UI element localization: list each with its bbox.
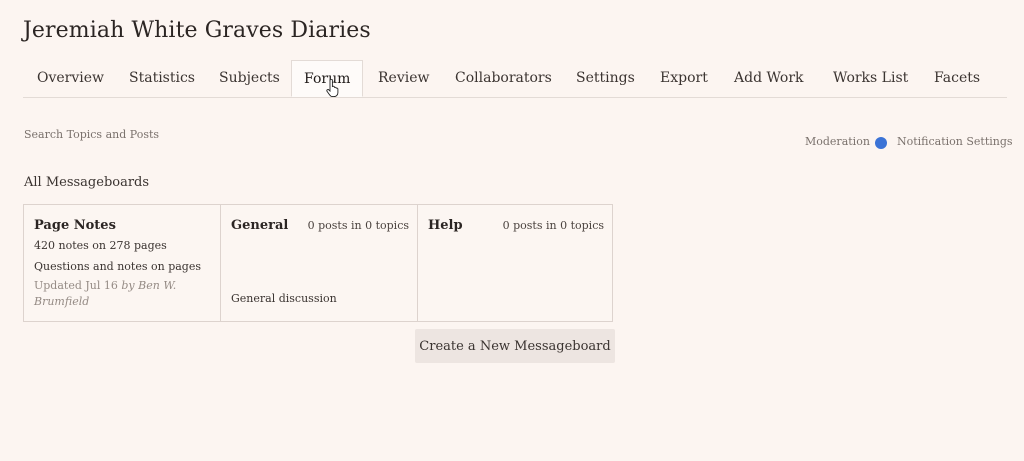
moderation-indicator-icon [875, 137, 887, 149]
board-title[interactable]: Page Notes [34, 218, 116, 233]
board-updated: Updated Jul 16 by Ben W. Brumfield [34, 278, 194, 310]
search-topics-link[interactable]: Search Topics and Posts [24, 128, 159, 141]
tab-works-list[interactable]: Works List [833, 70, 908, 86]
board-count: 0 posts in 0 topics [307, 219, 409, 232]
board-description: General discussion [231, 292, 337, 305]
board-count: 0 posts in 0 topics [502, 219, 604, 232]
board-description: Questions and notes on pages [34, 260, 202, 273]
board-title[interactable]: Help [428, 218, 463, 233]
tab-export[interactable]: Export [660, 70, 708, 86]
tab-bar: Overview Statistics Subjects Forum Revie… [23, 60, 1007, 98]
board-general: General 0 posts in 0 topics General disc… [221, 205, 418, 321]
board-help: Help 0 posts in 0 topics [418, 205, 612, 321]
tab-collaborators[interactable]: Collaborators [455, 70, 552, 86]
board-page-notes: Page Notes 420 notes on 278 pages Questi… [24, 205, 221, 321]
tab-review[interactable]: Review [378, 70, 429, 86]
board-title[interactable]: General [231, 218, 288, 233]
section-heading: All Messageboards [24, 175, 150, 190]
tab-settings[interactable]: Settings [576, 70, 635, 86]
tab-facets[interactable]: Facets [934, 70, 980, 86]
hand-cursor-icon [326, 79, 339, 97]
tab-overview[interactable]: Overview [37, 70, 104, 86]
updated-date: Updated Jul 16 [34, 279, 118, 292]
page-title: Jeremiah White Graves Diaries [23, 18, 371, 43]
tab-statistics[interactable]: Statistics [129, 70, 195, 86]
board-stats: 420 notes on 278 pages [34, 239, 167, 252]
notification-settings-link[interactable]: Notification Settings [897, 135, 1013, 148]
create-messageboard-button[interactable]: Create a New Messageboard [415, 329, 615, 363]
tab-add-work[interactable]: Add Work [734, 70, 804, 86]
moderation-link[interactable]: Moderation [805, 135, 870, 148]
tab-subjects[interactable]: Subjects [219, 70, 280, 86]
messageboard-grid: Page Notes 420 notes on 278 pages Questi… [23, 204, 613, 322]
